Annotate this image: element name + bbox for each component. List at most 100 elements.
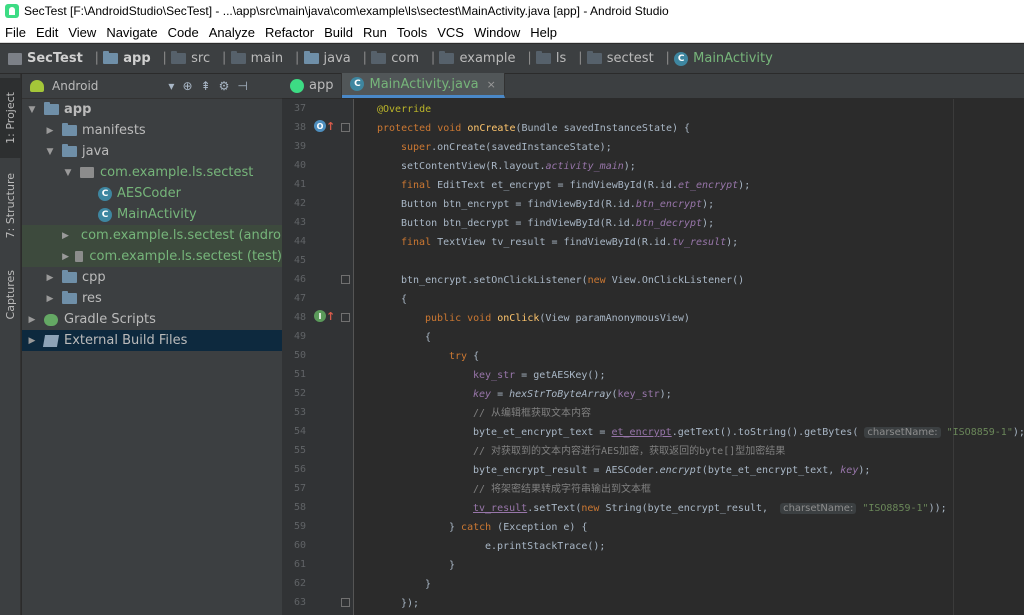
- folder-icon: [535, 51, 551, 64]
- code-token: );: [1012, 427, 1024, 438]
- menu-view[interactable]: View: [63, 22, 101, 43]
- collapse-arrow-icon[interactable]: ▶: [44, 294, 56, 304]
- tree-item-package-test[interactable]: ▶ com.example.ls.sectest (test): [22, 246, 282, 267]
- fold-icon[interactable]: [341, 123, 350, 132]
- locate-icon[interactable]: ⊕: [182, 79, 192, 93]
- code-token: });: [401, 598, 420, 609]
- folder-icon: [62, 291, 77, 304]
- code-line: {: [425, 328, 431, 347]
- app-module-icon: [290, 78, 304, 93]
- breadcrumb-app[interactable]: app ▕: [103, 44, 165, 74]
- collapse-arrow-icon[interactable]: ▶: [26, 336, 38, 346]
- tree-item-manifests[interactable]: ▶ manifests: [22, 120, 282, 141]
- code-token: hexStrToByteArray: [509, 389, 612, 400]
- breadcrumb-com[interactable]: com ▕: [371, 44, 433, 74]
- breadcrumb-ls[interactable]: ls ▕: [535, 44, 581, 74]
- tree-label: java: [82, 144, 110, 159]
- menu-tools[interactable]: Tools: [392, 22, 432, 43]
- tree-item-gradle-scripts[interactable]: ▶ Gradle Scripts: [22, 309, 282, 330]
- fold-icon[interactable]: [341, 598, 350, 607]
- code-line: byte_encrypt_result = AESCoder.encrypt(b…: [473, 461, 870, 480]
- breadcrumb-src[interactable]: src ▕: [171, 44, 225, 74]
- tab-project[interactable]: 1: Project: [0, 78, 21, 158]
- fold-icon[interactable]: [341, 313, 350, 322]
- code-token: byte_et_encrypt_text =: [473, 427, 612, 438]
- hide-icon[interactable]: ⊣: [237, 79, 247, 93]
- view-selector[interactable]: Android: [52, 79, 98, 93]
- line-number: 49: [293, 331, 306, 342]
- collapse-arrow-icon[interactable]: ▶: [44, 126, 56, 136]
- line-number: 51: [293, 369, 306, 380]
- breadcrumb-label: main: [250, 51, 284, 66]
- tree-item-mainactivity[interactable]: C MainActivity: [22, 204, 282, 225]
- breadcrumb-sectest-pkg[interactable]: sectest ▕: [586, 44, 668, 74]
- chevron-right-icon: ▕: [156, 52, 166, 65]
- menu-run[interactable]: Run: [358, 22, 392, 43]
- menu-file[interactable]: File: [0, 22, 31, 43]
- expand-arrow-icon[interactable]: ▼: [44, 147, 56, 157]
- folder-icon: [303, 51, 319, 64]
- collapse-icon[interactable]: ⇞: [201, 79, 211, 93]
- line-number: 42: [293, 198, 306, 209]
- code-comment: // 将架密结果转成字符串输出到文本框: [473, 484, 652, 495]
- expand-arrow-icon[interactable]: ▼: [26, 105, 38, 115]
- code-token: key: [473, 389, 492, 400]
- collapse-arrow-icon[interactable]: ▶: [44, 273, 56, 283]
- menu-build[interactable]: Build: [319, 22, 358, 43]
- class-icon: C: [674, 51, 689, 66]
- collapse-arrow-icon[interactable]: ▶: [62, 231, 69, 241]
- tree-item-app[interactable]: ▼ app: [22, 99, 282, 120]
- breadcrumb-sectest[interactable]: SecTest ▕: [8, 44, 97, 74]
- code-token: final: [401, 237, 438, 248]
- code-line: @Override: [377, 100, 431, 119]
- gear-icon[interactable]: ⚙: [219, 79, 230, 93]
- tree-item-java[interactable]: ▼ java: [22, 141, 282, 162]
- breadcrumb-label: java: [323, 51, 351, 66]
- tree-item-res[interactable]: ▶ res: [22, 288, 282, 309]
- folder-icon: [103, 51, 119, 64]
- menu-window[interactable]: Window: [469, 22, 525, 43]
- breadcrumb-java[interactable]: java ▕: [303, 44, 365, 74]
- breadcrumb-main[interactable]: main ▕: [230, 44, 298, 74]
- fold-icon[interactable]: [341, 275, 350, 284]
- tab-structure[interactable]: 7: Structure: [0, 166, 21, 246]
- code-token: final: [401, 180, 438, 191]
- breadcrumb-mainactivity[interactable]: C MainActivity: [674, 44, 773, 74]
- tree-item-package-main[interactable]: ▼ com.example.ls.sectest: [22, 162, 282, 183]
- tab-mainactivity[interactable]: C MainActivity.java ×: [342, 73, 505, 98]
- code-token: (View paramAnonymousView): [539, 313, 690, 324]
- line-number: 46: [293, 274, 306, 285]
- menu-analyze[interactable]: Analyze: [204, 22, 260, 43]
- line-number: 56: [293, 464, 306, 475]
- override-marker-icon[interactable]: O: [314, 120, 326, 132]
- code-editor[interactable]: @Override protected void onCreate(Bundle…: [355, 99, 1024, 615]
- code-token: catch: [461, 522, 498, 533]
- code-line: });: [401, 594, 419, 613]
- breadcrumb-label: src: [191, 51, 211, 66]
- collapse-arrow-icon[interactable]: ▶: [26, 315, 38, 325]
- menu-navigate[interactable]: Navigate: [101, 22, 162, 43]
- breadcrumb-label: sectest: [606, 51, 654, 66]
- breadcrumb-example[interactable]: example ▕: [439, 44, 530, 74]
- menu-vcs[interactable]: VCS: [432, 22, 469, 43]
- implement-marker-icon[interactable]: I: [314, 310, 326, 322]
- tree-item-aescoder[interactable]: C AESCoder: [22, 183, 282, 204]
- menu-edit[interactable]: Edit: [31, 22, 63, 43]
- close-icon[interactable]: ×: [487, 78, 496, 91]
- menu-help[interactable]: Help: [525, 22, 562, 43]
- chevron-down-icon[interactable]: ▾: [168, 79, 174, 93]
- tab-captures[interactable]: Captures: [0, 260, 21, 330]
- expand-arrow-icon[interactable]: ▼: [62, 168, 74, 178]
- arrow-up-icon[interactable]: ↑: [326, 310, 335, 323]
- tree-item-cpp[interactable]: ▶ cpp: [22, 267, 282, 288]
- tab-app[interactable]: app: [282, 73, 343, 98]
- tree-item-external-build-files[interactable]: ▶ External Build Files: [22, 330, 282, 351]
- collapse-arrow-icon[interactable]: ▶: [62, 252, 69, 262]
- tree-item-package-android-test[interactable]: ▶ com.example.ls.sectest (androi: [22, 225, 282, 246]
- arrow-up-icon[interactable]: ↑: [326, 120, 335, 133]
- menu-code[interactable]: Code: [163, 22, 204, 43]
- code-token: {: [425, 332, 432, 343]
- tree-label: com.example.ls.sectest: [100, 165, 254, 180]
- menu-refactor[interactable]: Refactor: [260, 22, 319, 43]
- code-token: protected void: [377, 123, 468, 134]
